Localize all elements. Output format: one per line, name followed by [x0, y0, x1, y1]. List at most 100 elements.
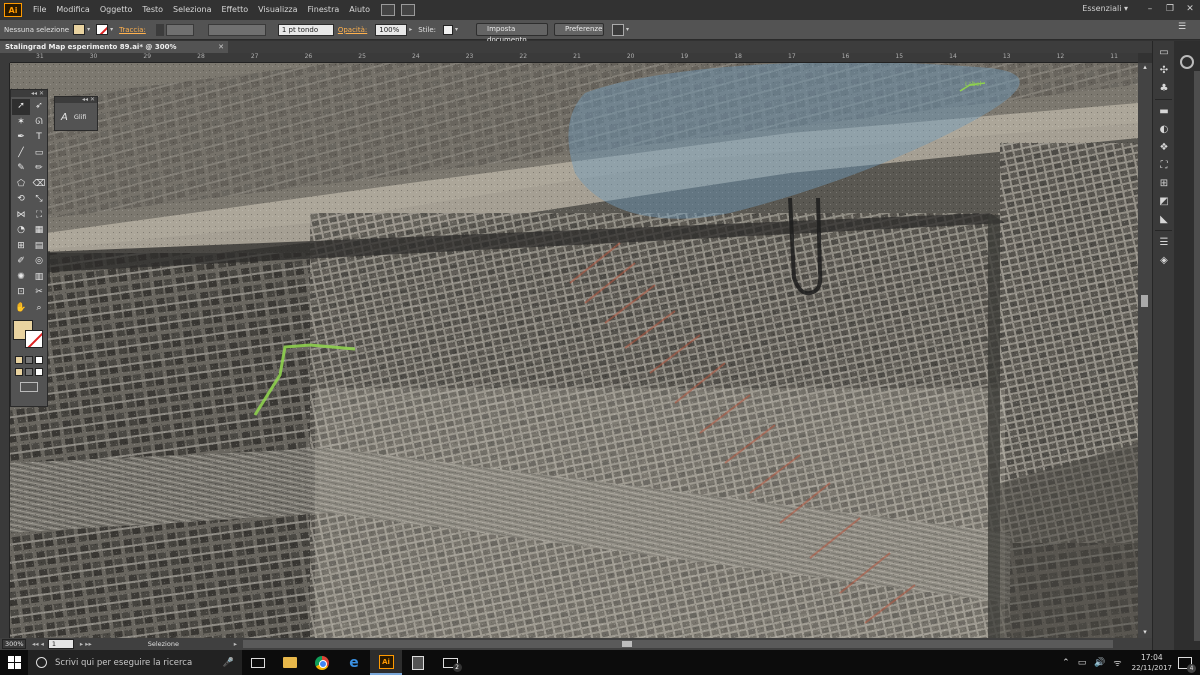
free-transform-icon[interactable]: ⛶ [30, 208, 48, 224]
horizontal-ruler[interactable]: 31 30 29 28 27 26 25 24 23 22 21 20 19 18 17 16 15 14 13 12… [10, 53, 1138, 63]
workspace-switcher[interactable]: Essenziali ▾ [1082, 4, 1128, 13]
scroll-down-icon[interactable]: ▾ [1140, 628, 1150, 638]
taskbar-search-box[interactable]: Scrivi qui per eseguire la ricerca 🎤 [28, 650, 242, 675]
gradient-icon[interactable]: ▤ [30, 239, 48, 255]
menu-visualizza[interactable]: Visualizza [253, 0, 302, 20]
action-center-icon[interactable]: 4 [1178, 656, 1196, 673]
preferences-button[interactable]: Preferenze [554, 23, 605, 36]
tools-panel-header[interactable]: ◂◂ ✕ [11, 90, 47, 97]
transform-panel-icon[interactable]: ✣ [1158, 65, 1170, 77]
eyedropper-icon[interactable]: ✐ [12, 254, 30, 270]
cc-libraries-icon[interactable] [1180, 55, 1194, 69]
column-graph-icon[interactable]: ▥ [30, 270, 48, 286]
pencil-icon[interactable]: ✏ [30, 161, 48, 177]
status-menu-icon[interactable]: ▸ [234, 640, 237, 648]
eraser-icon[interactable]: ⌫ [30, 177, 48, 193]
mesh-icon[interactable]: ⊞ [12, 239, 30, 255]
artboard-next-icon[interactable]: ▸ ▸▸ [80, 640, 92, 648]
line-segment-icon[interactable]: ╱ [12, 146, 30, 162]
battery-icon[interactable]: ▭ [1078, 658, 1087, 668]
horizontal-scroll-thumb[interactable] [621, 641, 632, 647]
layers-panel-icon[interactable]: ◈ [1158, 255, 1170, 267]
menu-oggetto[interactable]: Oggetto [95, 0, 138, 20]
align-panel-icon[interactable]: ⛶ [1158, 160, 1170, 172]
pathfinder-panel-icon[interactable]: ⊞ [1158, 178, 1170, 190]
menu-testo[interactable]: Testo [137, 0, 168, 20]
vertical-ruler[interactable] [0, 63, 10, 638]
volume-icon[interactable]: 🔊 [1094, 658, 1105, 668]
illustrator-taskbar-button[interactable]: Ai [370, 650, 402, 675]
glyph-panel-tab[interactable]: A Glifi [55, 103, 97, 131]
slice-icon[interactable]: ✂ [30, 285, 48, 301]
calculator-button[interactable] [402, 650, 434, 675]
clock[interactable]: 17:04 22/11/2017 [1132, 653, 1172, 673]
start-button[interactable] [0, 650, 28, 675]
minimize-button[interactable]: – [1140, 0, 1160, 18]
shaper-icon[interactable]: ⬠ [12, 177, 30, 193]
menu-file[interactable]: File [28, 0, 51, 20]
close-window-button[interactable]: ✕ [1180, 0, 1200, 18]
stroke-weight-stepper[interactable] [155, 23, 164, 36]
appearance-panel-icon[interactable]: ❖ [1158, 142, 1170, 154]
draw-inside-icon[interactable] [35, 368, 43, 376]
zoom-icon[interactable]: ⌕ [30, 301, 48, 317]
style-dropdown-icon[interactable]: ▾ [455, 26, 458, 33]
artboard-icon[interactable]: ⊡ [12, 285, 30, 301]
rotate-icon[interactable]: ⟲ [12, 192, 30, 208]
document-tab[interactable]: Stalingrad Map esperimento 89.ai* @ 300%… [0, 41, 228, 63]
stroke-weight-field[interactable] [165, 23, 194, 36]
perspective-grid-icon[interactable]: ▦ [30, 223, 48, 239]
transparency-panel-icon[interactable]: ◐ [1158, 124, 1170, 136]
width-icon[interactable]: ⋈ [12, 208, 30, 224]
opacity-dropdown-icon[interactable]: ▸ [409, 26, 412, 33]
selection-icon[interactable]: ➚ [12, 99, 30, 115]
gradient-mode-icon[interactable] [25, 356, 33, 364]
panel-menu-icon[interactable]: ☰ [1178, 22, 1186, 32]
opacity-panel-link[interactable]: Opacità: [334, 26, 371, 34]
gradient-panel-icon[interactable]: ◣ [1158, 214, 1170, 226]
horizontal-scrollbar[interactable] [242, 640, 1113, 648]
magic-wand-icon[interactable]: ✶ [12, 115, 30, 131]
chrome-button[interactable] [306, 650, 338, 675]
lasso-icon[interactable]: ᘏ [30, 115, 48, 131]
vertical-scroll-thumb[interactable] [1141, 295, 1148, 307]
symbols-panel-icon[interactable]: ♣ [1158, 83, 1170, 95]
color-guide-panel-icon[interactable]: ◩ [1158, 196, 1170, 208]
none-mode-icon[interactable] [35, 356, 43, 364]
hand-icon[interactable]: ✋ [12, 301, 30, 317]
shape-builder-icon[interactable]: ◔ [12, 223, 30, 239]
draw-normal-icon[interactable] [15, 368, 23, 376]
menu-finestra[interactable]: Finestra [303, 0, 345, 20]
arrange-dropdown-icon[interactable]: ▾ [626, 26, 629, 33]
artboards-panel-icon[interactable]: ▭ [1158, 47, 1170, 59]
stroke-swatch[interactable] [25, 330, 43, 348]
document-setup-button[interactable]: Imposta documento [476, 23, 549, 44]
stroke-dropdown-icon[interactable]: ▾ [110, 26, 113, 33]
color-mode-icon[interactable] [15, 356, 23, 364]
symbol-sprayer-icon[interactable]: ✺ [12, 270, 30, 286]
blend-icon[interactable]: ◎ [30, 254, 48, 270]
opacity-field[interactable]: 100% [375, 23, 408, 36]
fill-color-swatch[interactable] [73, 24, 86, 35]
artboard-prev-icon[interactable]: ◂◂ ◂ [32, 640, 44, 648]
status-text[interactable]: Selezione [148, 640, 228, 648]
task-view-button[interactable] [242, 650, 274, 675]
variable-width-field[interactable] [207, 23, 266, 36]
menu-effetto[interactable]: Effetto [216, 0, 253, 20]
paintbrush-icon[interactable]: ✎ [12, 161, 30, 177]
edge-button[interactable]: e [338, 650, 370, 675]
brush-definition-field[interactable]: 1 pt tondo [277, 23, 334, 36]
draw-behind-icon[interactable] [25, 368, 33, 376]
arrange-documents-icon[interactable] [401, 4, 416, 16]
pen-icon[interactable]: ✒ [12, 130, 30, 146]
network-icon[interactable]: ᯤ [1113, 656, 1121, 669]
restore-button[interactable]: ❐ [1160, 0, 1180, 18]
type-icon[interactable]: T [30, 130, 48, 146]
dock-scroll-strip[interactable] [1194, 71, 1200, 641]
file-explorer-button[interactable] [274, 650, 306, 675]
scroll-up-icon[interactable]: ▴ [1140, 63, 1150, 73]
fill-dropdown-icon[interactable]: ▾ [87, 26, 90, 33]
ruler-corner[interactable] [0, 53, 10, 63]
vertical-scrollbar[interactable]: ▴ ▾ [1138, 63, 1152, 638]
microphone-icon[interactable]: 🎤 [223, 658, 234, 668]
